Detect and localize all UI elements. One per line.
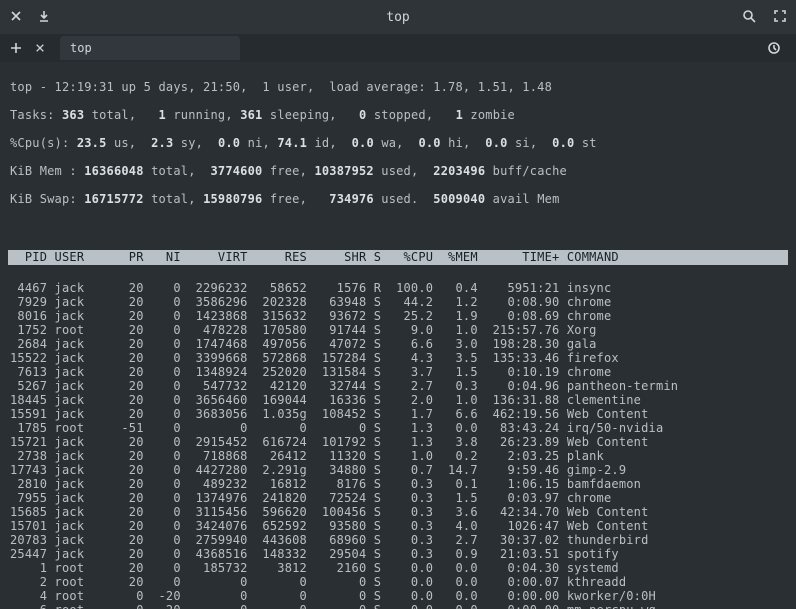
process-row: 15522 jack 20 0 3399668 572868 157284 S … — [10, 351, 786, 365]
process-row: 18445 jack 20 0 3656460 169044 16336 S 2… — [10, 393, 786, 407]
window-titlebar: top — [0, 0, 796, 34]
process-row: 6 root 0 -20 0 0 0 S 0.0 0.0 0:00.00 mm_… — [10, 603, 786, 609]
summary-cpu: %Cpu(s): 23.5 us, 2.3 sy, 0.0 ni, 74.1 i… — [10, 136, 786, 150]
summary-tasks: Tasks: 363 total, 1 running, 361 sleepin… — [10, 108, 786, 122]
tab-bar: top — [0, 34, 796, 62]
close-tab-button[interactable] — [28, 36, 52, 60]
process-row: 4 root 0 -20 0 0 0 S 0.0 0.0 0:00.00 kwo… — [10, 589, 786, 603]
process-row: 7613 jack 20 0 1348924 252020 131584 S 3… — [10, 365, 786, 379]
history-icon[interactable] — [762, 36, 786, 60]
tab-label: top — [70, 41, 92, 55]
new-tab-button[interactable] — [4, 36, 28, 60]
summary-uptime: top - 12:19:31 up 5 days, 21:50, 1 user,… — [10, 80, 786, 94]
process-row: 7929 jack 20 0 3586296 202328 63948 S 44… — [10, 295, 786, 309]
process-row: 20783 jack 20 0 2759940 443608 68960 S 0… — [10, 533, 786, 547]
process-row: 2738 jack 20 0 718868 26412 11320 S 1.0 … — [10, 449, 786, 463]
process-row: 2684 jack 20 0 1747468 497056 47072 S 6.… — [10, 337, 786, 351]
window-title: top — [0, 10, 796, 25]
summary-swap: KiB Swap: 16715772 total, 15980796 free,… — [10, 192, 786, 206]
process-row: 7955 jack 20 0 1374976 241820 72524 S 0.… — [10, 491, 786, 505]
process-row: 15591 jack 20 0 3683056 1.035g 108452 S … — [10, 407, 786, 421]
process-row: 15701 jack 20 0 3424076 652592 93580 S 0… — [10, 519, 786, 533]
process-row: 15721 jack 20 0 2915452 616724 101792 S … — [10, 435, 786, 449]
process-row: 4467 jack 20 0 2296232 58652 1576 R 100.… — [10, 281, 786, 295]
process-row: 8016 jack 20 0 1423868 315632 93672 S 25… — [10, 309, 786, 323]
terminal-output[interactable]: top - 12:19:31 up 5 days, 21:50, 1 user,… — [0, 62, 796, 609]
process-row: 2 root 20 0 0 0 0 S 0.0 0.0 0:00.07 kthr… — [10, 575, 786, 589]
summary-mem: KiB Mem : 16366048 total, 3774600 free, … — [10, 164, 786, 178]
process-row: 5267 jack 20 0 547732 42120 32744 S 2.7 … — [10, 379, 786, 393]
process-row: 1 root 20 0 185732 3812 2160 S 0.0 0.0 0… — [10, 561, 786, 575]
column-header: PID USER PR NI VIRT RES SHR S %CPU %MEM … — [8, 250, 788, 265]
process-row: 2810 jack 20 0 489232 16812 8176 S 0.3 0… — [10, 477, 786, 491]
process-row: 1752 root 20 0 478228 170580 91744 S 9.0… — [10, 323, 786, 337]
process-list: 4467 jack 20 0 2296232 58652 1576 R 100.… — [10, 281, 786, 609]
process-row: 25447 jack 20 0 4368516 148332 29504 S 0… — [10, 547, 786, 561]
process-row: 1785 root -51 0 0 0 0 S 1.3 0.0 83:43.24… — [10, 421, 786, 435]
process-row: 17743 jack 20 0 4427280 2.291g 34880 S 0… — [10, 463, 786, 477]
tab-top[interactable]: top — [60, 36, 240, 60]
process-row: 15685 jack 20 0 3115456 596620 100456 S … — [10, 505, 786, 519]
